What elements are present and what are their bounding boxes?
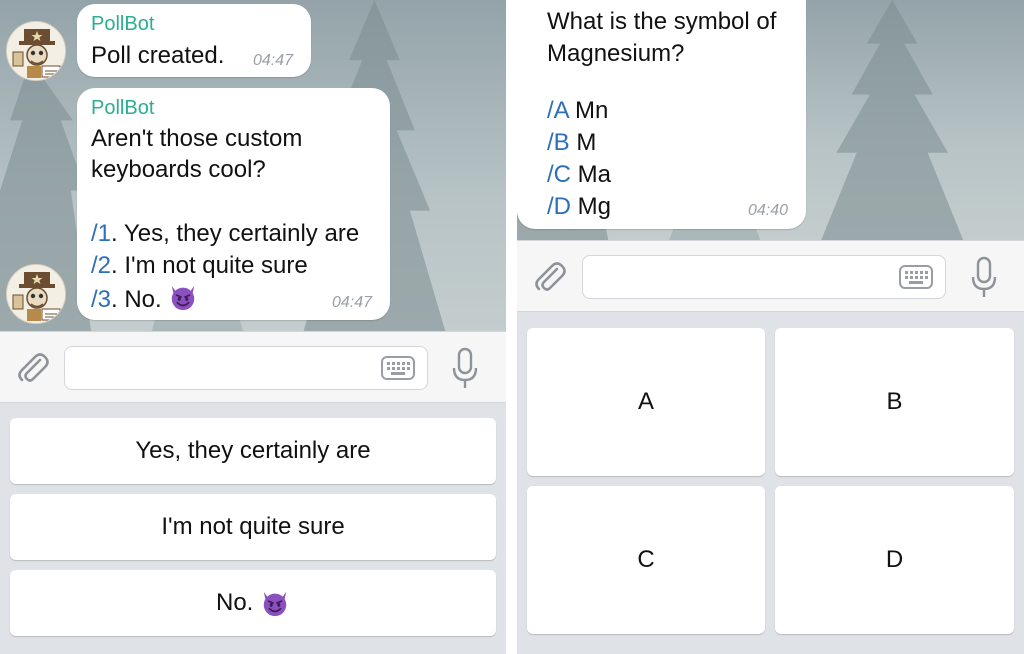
- bot-avatar[interactable]: [6, 264, 66, 324]
- microphone-icon[interactable]: [970, 255, 998, 299]
- left-chat-screen: PollBot Poll created. 04:47 PollBot Aren…: [0, 0, 506, 654]
- quiz-option: /A Mn: [547, 97, 609, 124]
- keyboard-button[interactable]: C: [527, 486, 765, 634]
- keyboard-button[interactable]: B: [775, 328, 1014, 476]
- poll-option: /3. No.: [91, 282, 198, 315]
- sender-name: PollBot: [91, 13, 155, 35]
- command-link[interactable]: /2: [91, 252, 111, 279]
- poll-option: /2. I'm not quite sure: [91, 252, 308, 279]
- command-link[interactable]: /A: [547, 97, 568, 124]
- message-time: 04:47: [252, 52, 293, 69]
- keyboard-icon[interactable]: [381, 356, 415, 380]
- keyboard-button[interactable]: Yes, they certainly are: [10, 418, 496, 484]
- message-text: What is the symbol of: [547, 8, 777, 35]
- command-link[interactable]: /1: [91, 220, 111, 247]
- message-bubble[interactable]: PollBot Poll created. 04:47: [77, 4, 311, 77]
- poll-option: /1. Yes, they certainly are: [91, 220, 360, 247]
- command-link[interactable]: /D: [547, 193, 571, 220]
- message-bubble[interactable]: What is the symbol of Magnesium? /A Mn /…: [517, 0, 806, 229]
- quiz-option: /B M: [547, 129, 597, 156]
- command-link[interactable]: /3: [91, 286, 111, 313]
- keyboard-icon[interactable]: [899, 265, 933, 289]
- message-input-bar: [0, 331, 506, 403]
- keyboard-button[interactable]: D: [775, 486, 1014, 634]
- keyboard-button[interactable]: A: [527, 328, 765, 476]
- message-bubble[interactable]: PollBot Aren't those custom keyboards co…: [77, 88, 390, 320]
- custom-keyboard: A B C D: [517, 312, 1024, 654]
- chat-background: PollBot Poll created. 04:47 PollBot Aren…: [0, 0, 506, 331]
- bot-avatar[interactable]: [6, 21, 66, 81]
- command-link[interactable]: /B: [547, 129, 570, 156]
- message-text: Aren't those custom: [91, 125, 303, 152]
- sender-name: PollBot: [91, 97, 155, 119]
- quiz-option: /D Mg: [547, 193, 612, 220]
- paperclip-icon[interactable]: [529, 256, 569, 296]
- paperclip-icon[interactable]: [12, 347, 52, 387]
- right-chat-screen: What is the symbol of Magnesium? /A Mn /…: [517, 0, 1024, 654]
- message-text: Magnesium?: [547, 40, 685, 67]
- pollbot-avatar-icon: [7, 22, 66, 81]
- microphone-icon[interactable]: [451, 346, 479, 390]
- command-link[interactable]: /C: [547, 161, 571, 188]
- message-time: 04:47: [331, 294, 372, 311]
- quiz-option: /C Ma: [547, 161, 612, 188]
- pollbot-avatar-icon: [7, 265, 66, 324]
- message-text: keyboards cool?: [91, 156, 266, 183]
- message-time: 04:40: [747, 202, 788, 219]
- custom-keyboard: Yes, they certainly are I'm not quite su…: [0, 403, 506, 654]
- message-input[interactable]: [582, 255, 946, 299]
- panel-divider: [506, 0, 517, 654]
- keyboard-button[interactable]: I'm not quite sure: [10, 494, 496, 560]
- chat-background: What is the symbol of Magnesium? /A Mn /…: [517, 0, 1024, 240]
- message-input-bar: [517, 240, 1024, 312]
- smiling-imp-icon: [260, 588, 290, 618]
- message-input[interactable]: [64, 346, 428, 390]
- message-text: Poll created.: [91, 42, 225, 69]
- keyboard-button[interactable]: No.: [10, 570, 496, 636]
- smiling-imp-icon: [168, 282, 198, 312]
